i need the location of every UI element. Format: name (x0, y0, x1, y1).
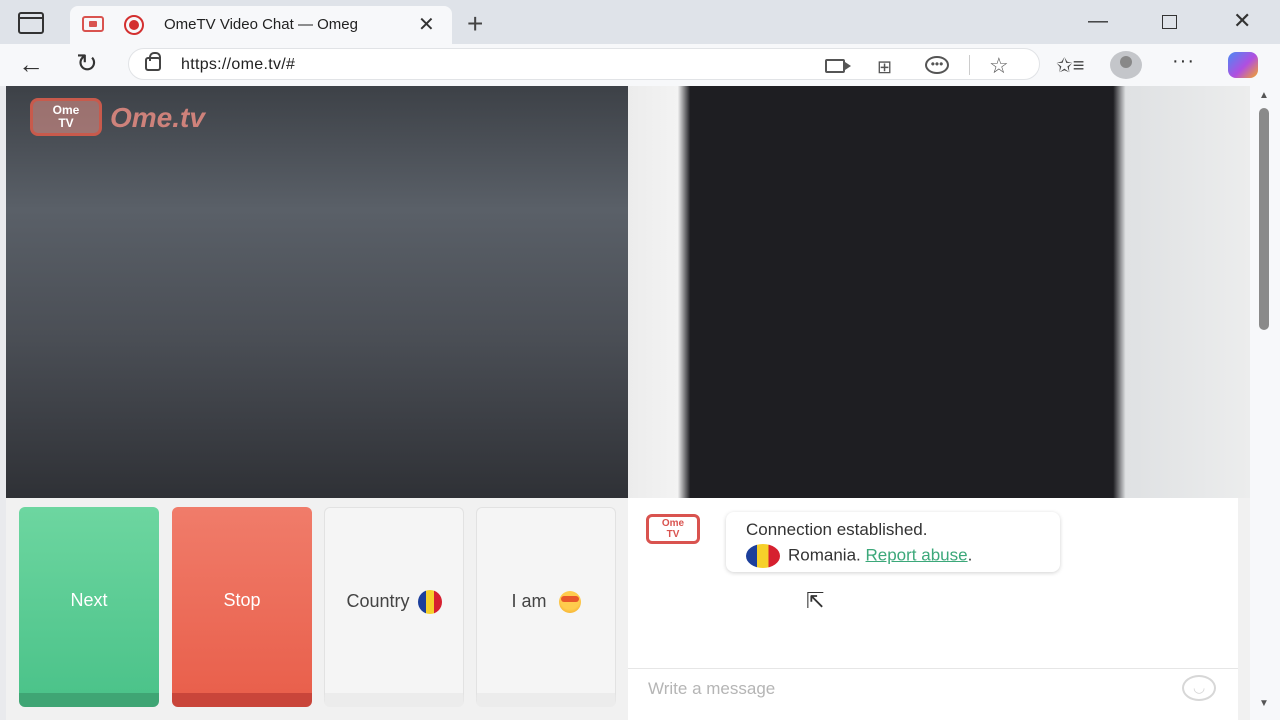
scroll-up-icon[interactable]: ▲ (1259, 90, 1269, 101)
smiley-icon[interactable] (1182, 675, 1216, 701)
stop-button[interactable]: Stop (172, 507, 312, 707)
recording-icon (124, 15, 144, 35)
site-info-icon[interactable] (145, 52, 161, 71)
ometv-page: Ome TV Ome.tv Next Stop Country I am Ome… (6, 86, 1250, 720)
country-button[interactable]: Country (324, 507, 464, 707)
refresh-button[interactable]: ↻ (76, 48, 98, 79)
browser-toolbar: ← ↻ https://ome.tv/# ⊞ ••• ☆ ✩≡ ··· (0, 44, 1280, 86)
romania-flag-icon (746, 544, 780, 568)
camera-icon[interactable] (825, 59, 851, 73)
tab-close-icon[interactable]: ✕ (418, 12, 435, 37)
ometv-wordmark: Ome.tv (110, 102, 205, 133)
country-message: Romania. Report abuse. (746, 544, 972, 568)
browser-titlebar: OmeTV Video Chat — Omeg ✕ + — ✕ (0, 0, 1280, 44)
stop-label: Stop (223, 590, 261, 610)
page-scrollbar[interactable]: ▲ ▼ (1250, 86, 1280, 720)
scroll-thumb[interactable] (1259, 108, 1269, 330)
tab-actions-icon[interactable] (18, 12, 44, 34)
menu-icon[interactable]: ··· (1172, 50, 1195, 73)
connection-message: Connection established. (746, 520, 928, 539)
chat-ometv-logo-icon: Ome TV (646, 514, 700, 544)
ometv-favicon-icon (82, 16, 104, 32)
system-message-bubble: Connection established. Romania. Report … (726, 512, 1060, 572)
i-am-label: I am (511, 591, 547, 611)
app-available-icon[interactable]: ⊞ (877, 57, 892, 78)
browser-tab[interactable]: OmeTV Video Chat — Omeg ✕ (70, 6, 452, 44)
window-minimize-button[interactable]: — (1088, 10, 1108, 33)
romania-flag-icon (417, 590, 442, 615)
chat-logo-text: Ome TV (661, 518, 685, 540)
self-video (628, 86, 1250, 498)
address-divider (969, 55, 970, 75)
country-name: Romania. (788, 545, 861, 565)
back-button[interactable]: ← (18, 49, 44, 80)
message-period: . (967, 545, 973, 565)
star-icon[interactable]: ☆ (989, 53, 1009, 79)
tab-title: OmeTV Video Chat — Omeg (164, 16, 358, 33)
copilot-icon[interactable] (1228, 52, 1258, 78)
window-maximize-button[interactable] (1162, 15, 1177, 29)
ometv-logo-icon: Ome TV (30, 98, 102, 136)
partner-video: Ome TV Ome.tv (6, 86, 628, 498)
next-label: Next (70, 590, 108, 610)
address-bar[interactable]: https://ome.tv/# ⊞ ••• ☆ (128, 48, 1040, 80)
profile-icon[interactable] (1110, 51, 1142, 79)
mouse-cursor-icon: ⇱ (806, 588, 825, 613)
message-placeholder: Write a message (648, 679, 776, 698)
next-button[interactable]: Next (19, 507, 159, 707)
window-close-button[interactable]: ✕ (1233, 8, 1251, 34)
logo-badge-text: Ome TV (52, 103, 80, 130)
favorites-icon[interactable]: ✩≡ (1056, 53, 1084, 78)
new-tab-button[interactable]: + (467, 8, 483, 40)
scroll-down-icon[interactable]: ▼ (1259, 698, 1269, 709)
chat-panel: Ome TV Connection established. Romania. … (628, 498, 1238, 720)
emoji-face-icon (558, 591, 581, 614)
report-abuse-link[interactable]: Report abuse (866, 545, 968, 564)
i-am-button[interactable]: I am (476, 507, 616, 707)
message-input[interactable]: Write a message (628, 668, 1238, 708)
url-text[interactable]: https://ome.tv/# (181, 56, 295, 74)
country-label: Country (346, 591, 410, 611)
more-options-circle-icon[interactable]: ••• (925, 56, 949, 74)
